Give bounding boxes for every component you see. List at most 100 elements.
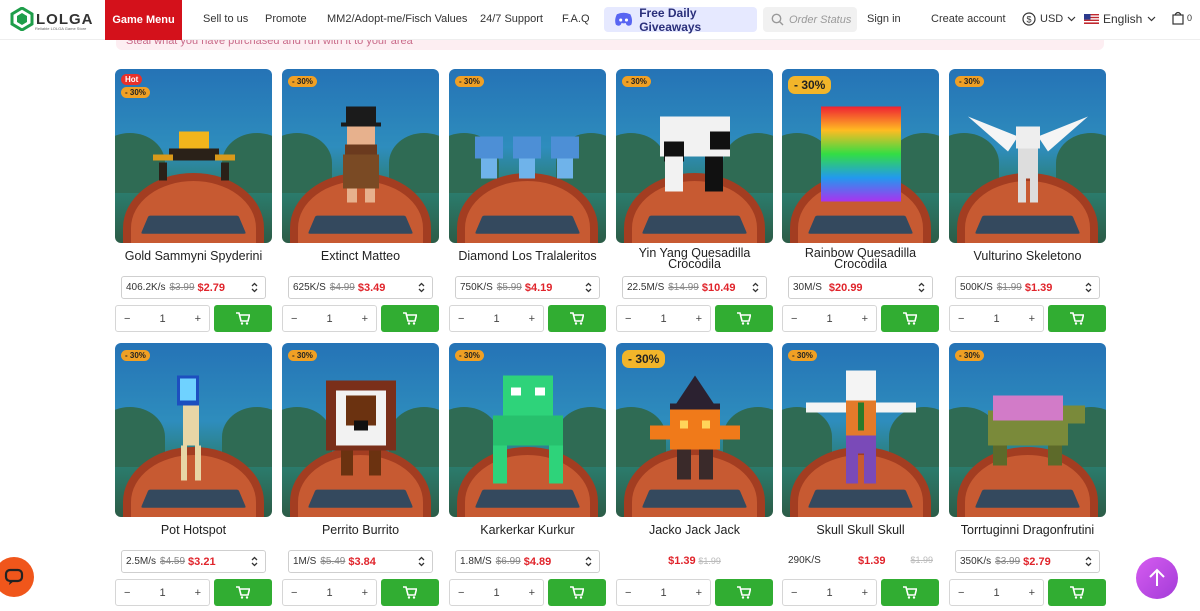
increment-button[interactable]: + [362, 587, 368, 599]
decrement-button[interactable]: − [458, 587, 464, 599]
product-card[interactable]: - 30% Rainbow Quesadilla Crocodila 30M/S… [782, 69, 939, 337]
quantity-value[interactable]: 1 [660, 313, 666, 325]
product-card[interactable]: - 30% Pot Hotspot 2.5M/s $4.59 $3.21 − 1… [115, 343, 272, 611]
increment-button[interactable]: + [696, 313, 702, 325]
add-to-cart-button[interactable] [715, 579, 773, 606]
product-title[interactable]: Yin Yang Quesadilla Crocodila [616, 247, 773, 271]
order-status-search[interactable]: Order Status [763, 7, 857, 32]
product-card[interactable]: Hot - 30% Gold Sammyni Spyderini 406.2K/s… [115, 69, 272, 337]
product-card[interactable]: - 30% Karkerkar Kurkur 1.8M/S $6.99 $4.8… [449, 343, 606, 611]
decrement-button[interactable]: − [291, 313, 297, 325]
game-menu-button[interactable]: Game Menu [105, 0, 182, 40]
product-image[interactable]: Hot - 30% [115, 69, 272, 243]
product-card[interactable]: - 30% Diamond Los Tralaleritos 750K/S $5… [449, 69, 606, 337]
nav-support[interactable]: 24/7 Support [480, 13, 543, 25]
logo[interactable]: LOLGA Reliable LOLGA Game Store [10, 7, 94, 31]
language-selector[interactable]: English [1084, 12, 1156, 26]
quantity-value[interactable]: 1 [826, 313, 832, 325]
product-image[interactable]: - 30% [616, 343, 773, 517]
decrement-button[interactable]: − [958, 587, 964, 599]
quantity-value[interactable]: 1 [159, 587, 165, 599]
increment-button[interactable]: + [195, 313, 201, 325]
giveaway-button[interactable]: Free Daily Giveaways [604, 6, 757, 34]
decrement-button[interactable]: − [791, 587, 797, 599]
variant-select[interactable]: 500K/S $1.99 $1.39 [955, 276, 1100, 299]
quantity-value[interactable]: 1 [660, 587, 666, 599]
variant-select[interactable]: 1M/S $5.49 $3.84 [288, 550, 433, 573]
product-title[interactable]: Jacko Jack Jack [616, 524, 773, 537]
product-image[interactable]: - 30% [949, 343, 1106, 517]
product-image[interactable]: - 30% [616, 69, 773, 243]
add-to-cart-button[interactable] [1048, 305, 1106, 332]
decrement-button[interactable]: − [625, 587, 631, 599]
decrement-button[interactable]: − [791, 313, 797, 325]
add-to-cart-button[interactable] [715, 305, 773, 332]
product-title[interactable]: Rainbow Quesadilla Crocodila [782, 247, 939, 271]
add-to-cart-button[interactable] [548, 579, 606, 606]
variant-select[interactable]: 22.5M/S $14.99 $10.49 [622, 276, 767, 299]
product-title[interactable]: Pot Hotspot [115, 524, 272, 537]
product-card[interactable]: - 30% Yin Yang Quesadilla Crocodila 22.5… [616, 69, 773, 337]
product-card[interactable]: - 30% Skull Skull Skull 290K/S $1.39 $1.… [782, 343, 939, 611]
increment-button[interactable]: + [862, 313, 868, 325]
add-to-cart-button[interactable] [881, 305, 939, 332]
quantity-value[interactable]: 1 [993, 587, 999, 599]
product-image[interactable]: - 30% [115, 343, 272, 517]
variant-select[interactable]: 350K/s $3.99 $2.79 [955, 550, 1100, 573]
increment-button[interactable]: + [1029, 587, 1035, 599]
nav-sell-to-us[interactable]: Sell to us [203, 13, 248, 25]
product-title[interactable]: Karkerkar Kurkur [449, 524, 606, 537]
quantity-value[interactable]: 1 [159, 313, 165, 325]
variant-select[interactable]: 406.2K/s $3.99 $2.79 [121, 276, 266, 299]
currency-selector[interactable]: $ USD [1022, 12, 1076, 26]
product-card[interactable]: - 30% Vulturino Skeletono 500K/S $1.99 $… [949, 69, 1106, 337]
product-card[interactable]: - 30% Jacko Jack Jack $1.39 $1.99 − 1 + [616, 343, 773, 611]
product-image[interactable]: - 30% [449, 69, 606, 243]
quantity-value[interactable]: 1 [993, 313, 999, 325]
quantity-value[interactable]: 1 [493, 587, 499, 599]
sign-in-link[interactable]: Sign in [867, 13, 901, 25]
increment-button[interactable]: + [195, 587, 201, 599]
add-to-cart-button[interactable] [1048, 579, 1106, 606]
product-image[interactable]: - 30% [282, 343, 439, 517]
create-account-link[interactable]: Create account [931, 13, 1006, 25]
product-card[interactable]: - 30% Extinct Matteo 625K/S $4.99 $3.49 … [282, 69, 439, 337]
quantity-value[interactable]: 1 [493, 313, 499, 325]
product-title[interactable]: Skull Skull Skull [782, 524, 939, 537]
add-to-cart-button[interactable] [381, 305, 439, 332]
decrement-button[interactable]: − [124, 587, 130, 599]
decrement-button[interactable]: − [458, 313, 464, 325]
increment-button[interactable]: + [362, 313, 368, 325]
add-to-cart-button[interactable] [381, 579, 439, 606]
variant-select[interactable]: 625K/S $4.99 $3.49 [288, 276, 433, 299]
scroll-top-button[interactable] [1136, 557, 1178, 599]
decrement-button[interactable]: − [958, 313, 964, 325]
decrement-button[interactable]: − [625, 313, 631, 325]
product-title[interactable]: Perrito Burrito [282, 524, 439, 537]
nav-faq[interactable]: F.A.Q [562, 13, 590, 25]
quantity-value[interactable]: 1 [326, 313, 332, 325]
product-card[interactable]: - 30% Torrtuginni Dragonfrutini 350K/s $… [949, 343, 1106, 611]
product-image[interactable]: - 30% [449, 343, 606, 517]
nav-values[interactable]: MM2/Adopt-me/Fisch Values [327, 13, 467, 25]
product-image[interactable]: - 30% [949, 69, 1106, 243]
increment-button[interactable]: + [1029, 313, 1035, 325]
nav-promote[interactable]: Promote [265, 13, 307, 25]
product-title[interactable]: Vulturino Skeletono [949, 250, 1106, 263]
increment-button[interactable]: + [529, 313, 535, 325]
add-to-cart-button[interactable] [548, 305, 606, 332]
product-title[interactable]: Diamond Los Tralaleritos [449, 250, 606, 263]
header-cart[interactable]: 0 [1172, 11, 1192, 25]
increment-button[interactable]: + [696, 587, 702, 599]
quantity-value[interactable]: 1 [326, 587, 332, 599]
product-title[interactable]: Torrtuginni Dragonfrutini [949, 524, 1106, 537]
product-card[interactable]: - 30% Perrito Burrito 1M/S $5.49 $3.84 −… [282, 343, 439, 611]
product-title[interactable]: Gold Sammyni Spyderini [115, 250, 272, 263]
chat-button[interactable] [0, 557, 34, 597]
decrement-button[interactable]: − [291, 587, 297, 599]
product-image[interactable]: - 30% [782, 343, 939, 517]
variant-select[interactable]: 2.5M/s $4.59 $3.21 [121, 550, 266, 573]
increment-button[interactable]: + [862, 587, 868, 599]
variant-select[interactable]: 1.8M/S $6.99 $4.89 [455, 550, 600, 573]
increment-button[interactable]: + [529, 587, 535, 599]
